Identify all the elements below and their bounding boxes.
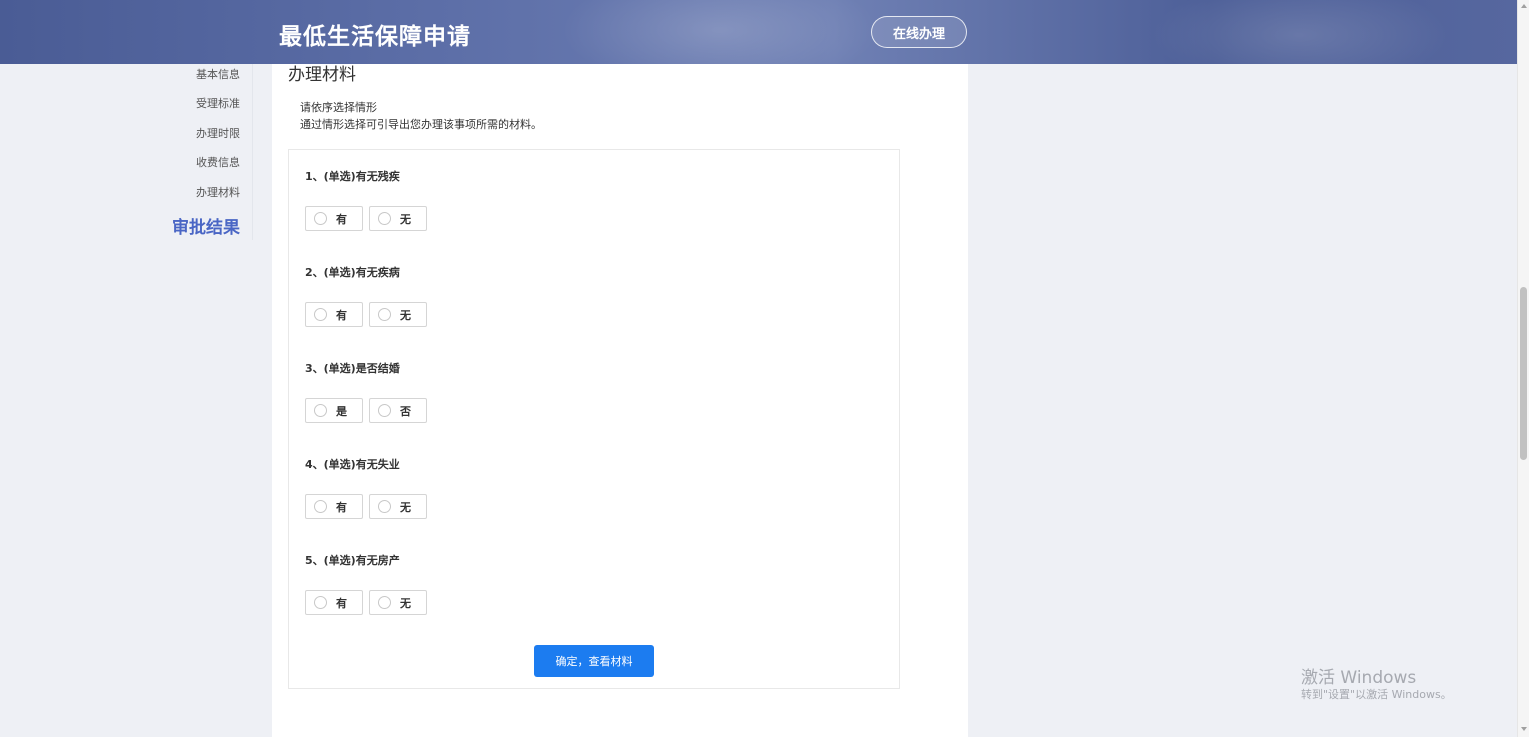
option-label: 无 bbox=[400, 500, 411, 514]
radio-circle-icon[interactable] bbox=[314, 596, 327, 609]
side-nav: 基本信息 受理标准 办理时限 收费信息 办理材料 审批结果 bbox=[150, 64, 253, 240]
page-title: 最低生活保障申请 bbox=[279, 24, 471, 50]
sidebar-item-time-limit[interactable]: 办理时限 bbox=[196, 125, 240, 141]
radio-circle-icon[interactable] bbox=[378, 404, 391, 417]
radio-circle-icon[interactable] bbox=[314, 500, 327, 513]
option-no[interactable]: 无 bbox=[369, 590, 427, 615]
option-no[interactable]: 无 bbox=[369, 206, 427, 231]
sidebar-item-approval-result[interactable]: 审批结果 bbox=[172, 213, 240, 238]
confirm-view-materials-button[interactable]: 确定，查看材料 bbox=[534, 645, 654, 677]
option-yes[interactable]: 是 bbox=[305, 398, 363, 423]
main-content: 办理材料 请依序选择情形 通过情形选择可引导出您办理该事项所需的材料。 1、(单… bbox=[272, 64, 968, 737]
option-label: 无 bbox=[400, 212, 411, 226]
option-no[interactable]: 无 bbox=[369, 494, 427, 519]
radio-circle-icon[interactable] bbox=[378, 596, 391, 609]
page-header: 最低生活保障申请 在线办理 bbox=[0, 0, 1517, 64]
option-yes[interactable]: 有 bbox=[305, 302, 363, 327]
radio-circle-icon[interactable] bbox=[314, 308, 327, 321]
question-box: 1、(单选)有无残疾 有 无 2、(单选)有无疾病 有 无 3、(单选)是否结婚… bbox=[288, 149, 900, 689]
option-label: 否 bbox=[400, 404, 411, 418]
hint-text-detail: 通过情形选择可引导出您办理该事项所需的材料。 bbox=[300, 118, 542, 131]
option-label: 有 bbox=[336, 308, 347, 322]
scroll-up-arrow-icon[interactable] bbox=[1521, 4, 1527, 8]
option-no[interactable]: 无 bbox=[369, 302, 427, 327]
option-label: 无 bbox=[400, 308, 411, 322]
page-scrollbar[interactable] bbox=[1517, 0, 1529, 737]
hint-text: 请依序选择情形 bbox=[300, 101, 377, 114]
section-title: 办理材料 bbox=[288, 65, 356, 85]
radio-circle-icon[interactable] bbox=[378, 500, 391, 513]
sidebar-item-materials[interactable]: 办理材料 bbox=[196, 184, 240, 200]
option-label: 有 bbox=[336, 212, 347, 226]
windows-activation-watermark: 激活 Windows bbox=[1301, 668, 1417, 688]
question-label: 3、(单选)是否结婚 bbox=[305, 362, 400, 375]
option-no[interactable]: 否 bbox=[369, 398, 427, 423]
online-apply-button[interactable]: 在线办理 bbox=[871, 16, 967, 48]
radio-circle-icon[interactable] bbox=[314, 404, 327, 417]
option-label: 是 bbox=[336, 404, 347, 418]
option-yes[interactable]: 有 bbox=[305, 494, 363, 519]
option-label: 有 bbox=[336, 500, 347, 514]
sidebar-item-basic-info[interactable]: 基本信息 bbox=[196, 66, 240, 82]
question-label: 2、(单选)有无疾病 bbox=[305, 266, 400, 279]
question-label: 5、(单选)有无房产 bbox=[305, 554, 400, 567]
option-yes[interactable]: 有 bbox=[305, 590, 363, 615]
option-yes[interactable]: 有 bbox=[305, 206, 363, 231]
radio-circle-icon[interactable] bbox=[378, 212, 391, 225]
radio-circle-icon[interactable] bbox=[378, 308, 391, 321]
option-label: 有 bbox=[336, 596, 347, 610]
sidebar-item-fee-info[interactable]: 收费信息 bbox=[196, 154, 240, 170]
sidebar-item-acceptance-standard[interactable]: 受理标准 bbox=[196, 95, 240, 111]
option-label: 无 bbox=[400, 596, 411, 610]
scrollbar-thumb[interactable] bbox=[1520, 287, 1527, 460]
radio-circle-icon[interactable] bbox=[314, 212, 327, 225]
scroll-down-arrow-icon[interactable] bbox=[1521, 727, 1527, 731]
question-label: 1、(单选)有无残疾 bbox=[305, 170, 400, 183]
windows-activation-hint: 转到"设置"以激活 Windows。 bbox=[1301, 688, 1452, 701]
question-label: 4、(单选)有无失业 bbox=[305, 458, 400, 471]
